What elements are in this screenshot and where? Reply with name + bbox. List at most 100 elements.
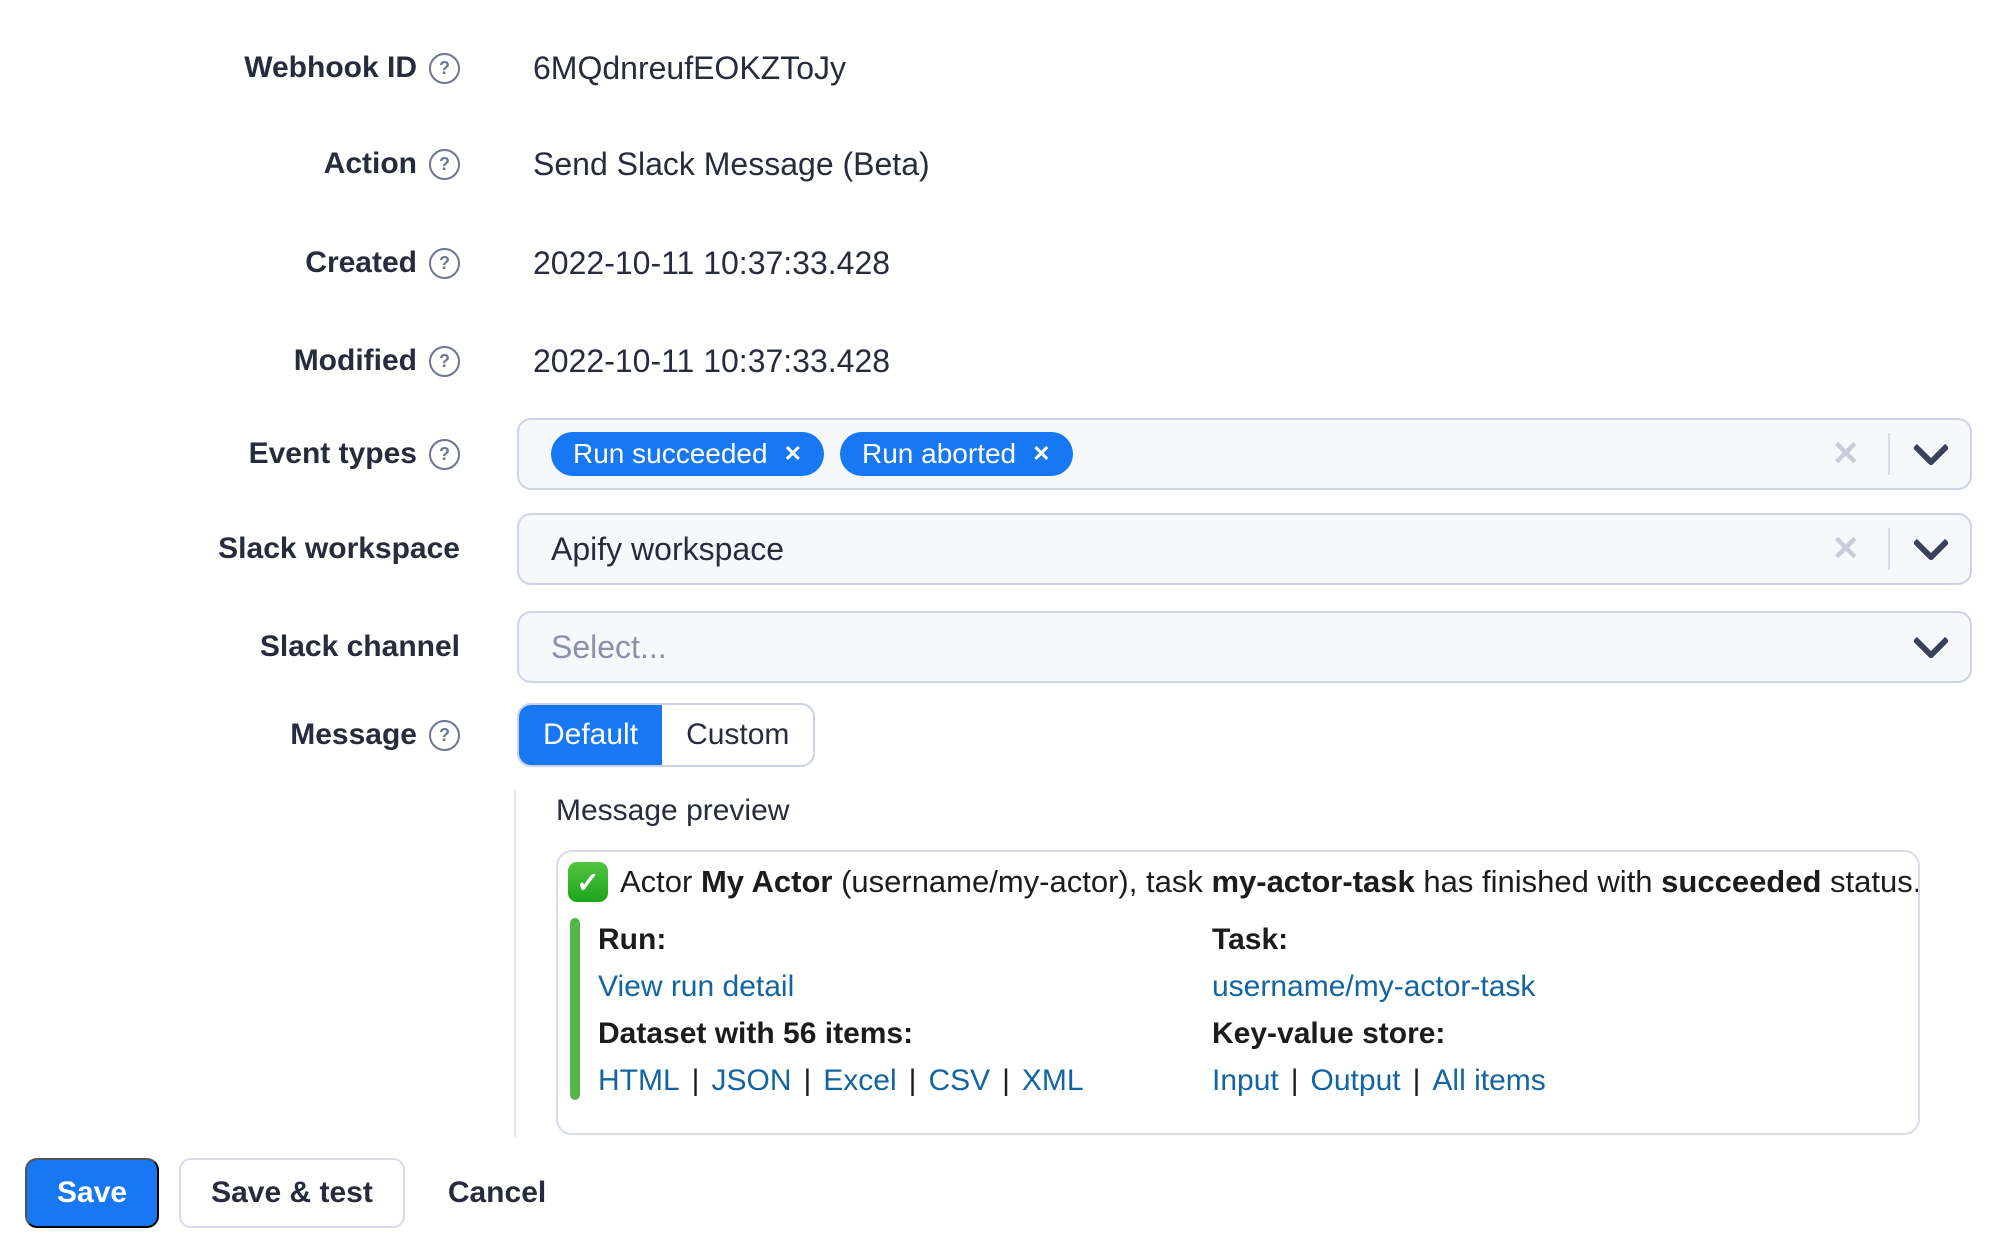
question-glyph: ?	[439, 443, 450, 464]
workspace-value: Apify workspace	[551, 530, 784, 567]
tag-remove-icon[interactable]: ✕	[1032, 443, 1050, 465]
kv-store-heading: Key-value store:	[1212, 1016, 1446, 1050]
message-sentence: Actor My Actor (username/my-actor), task…	[620, 864, 1920, 900]
dataset-links: HTML | JSON | Excel | CSV | XML	[598, 1057, 1212, 1104]
field-label-group: Message ?	[0, 718, 460, 752]
field-label-group: Webhook ID ?	[0, 51, 460, 85]
chevron-down-icon[interactable]	[1912, 524, 1950, 562]
tag-label: Run succeeded	[573, 438, 768, 469]
check-glyph: ✓	[576, 866, 600, 898]
field-label: Event types	[248, 437, 417, 470]
link-separator: |	[1290, 1063, 1299, 1097]
slack-workspace-select[interactable]: Apify workspace ✕	[517, 513, 1972, 585]
chevron-down-icon[interactable]	[1912, 622, 1950, 660]
link-separator: |	[1002, 1063, 1010, 1097]
message-preview-title: Message preview	[556, 794, 790, 827]
question-glyph: ?	[439, 724, 450, 745]
tag-remove-icon[interactable]: ✕	[784, 443, 802, 465]
dataset-link-csv[interactable]: CSV	[928, 1064, 990, 1098]
field-label-group: Modified ?	[0, 344, 460, 378]
help-icon[interactable]: ?	[429, 247, 460, 279]
sentence-segment: status.	[1821, 864, 1920, 899]
question-glyph: ?	[439, 252, 450, 273]
field-value: 2022-10-11 10:37:33.428	[533, 342, 891, 379]
select-controls: ✕	[1832, 524, 1950, 570]
run-heading: Run:	[598, 922, 667, 956]
field-label: Action	[323, 147, 417, 180]
selected-tag[interactable]: Run succeeded ✕	[551, 432, 825, 476]
event-types-select[interactable]: Run succeeded ✕ Run aborted ✕ ✕	[517, 418, 1972, 490]
field-label: Modified	[293, 344, 417, 377]
sentence-segment: has finished with	[1414, 864, 1662, 899]
field-label-group: Slack workspace	[0, 532, 460, 566]
message-preview-section: Message preview ✓ Actor My Actor (userna…	[514, 790, 1924, 1137]
dataset-heading: Dataset with 56 items:	[598, 1016, 914, 1050]
selected-tags: Run succeeded ✕ Run aborted ✕	[551, 432, 1073, 476]
save-and-test-button[interactable]: Save & test	[179, 1158, 405, 1228]
field-label: Slack channel	[259, 630, 460, 663]
slack-message-line: ✓ Actor My Actor (username/my-actor), ta…	[568, 862, 1918, 902]
field-label-group: Event types ?	[0, 437, 460, 471]
link-separator: |	[908, 1063, 917, 1097]
kv-link-input[interactable]: Input	[1212, 1064, 1279, 1098]
attachment-bar	[570, 918, 580, 1100]
tag-label: Run aborted	[862, 438, 1017, 469]
actor-name: My Actor	[700, 864, 833, 899]
help-icon[interactable]: ?	[429, 438, 460, 470]
success-check-emoji-icon: ✓	[568, 862, 608, 902]
dataset-link-json[interactable]: JSON	[711, 1064, 791, 1098]
kv-link-all-items[interactable]: All items	[1432, 1064, 1545, 1098]
clear-icon[interactable]: ✕	[1832, 437, 1861, 471]
dataset-link-xml[interactable]: XML	[1022, 1064, 1084, 1098]
form-row: Modified ? 2022-10-11 10:37:33.428	[0, 337, 890, 385]
slack-channel-select[interactable]: Select...	[517, 611, 1972, 683]
task-heading: Task:	[1212, 922, 1289, 956]
kv-link-output[interactable]: Output	[1311, 1064, 1401, 1098]
toggle-option-custom[interactable]: Custom	[662, 705, 813, 765]
field-label: Message	[290, 718, 417, 751]
field-label: Slack workspace	[218, 532, 460, 565]
field-value: Send Slack Message (Beta)	[533, 145, 930, 182]
run-column: Run: View run detail Dataset with 56 ite…	[598, 916, 1212, 1104]
field-label-group: Slack channel	[0, 630, 460, 664]
field-label-group: Created ?	[0, 246, 460, 280]
control-divider	[1888, 528, 1890, 570]
field-value: 2022-10-11 10:37:33.428	[533, 244, 891, 281]
question-glyph: ?	[439, 57, 450, 78]
form-row: Created ? 2022-10-11 10:37:33.428	[0, 239, 890, 287]
dataset-link-excel[interactable]: Excel	[823, 1064, 896, 1098]
clear-icon[interactable]: ✕	[1832, 532, 1861, 566]
attachment-columns: Run: View run detail Dataset with 56 ite…	[598, 914, 1894, 1112]
task-name: my-actor-task	[1211, 864, 1415, 899]
form-row-event-types: Event types ? Run succeeded ✕ Run aborte…	[0, 418, 1972, 490]
link-separator: |	[691, 1063, 700, 1097]
select-controls	[1912, 622, 1950, 660]
channel-placeholder: Select...	[551, 628, 667, 665]
form-actions: Save Save & test Cancel	[25, 1158, 546, 1228]
form-row-message: Message ? Default Custom	[0, 703, 816, 767]
link-separator: |	[1412, 1063, 1421, 1097]
view-run-detail-link[interactable]: View run detail	[598, 970, 794, 1004]
dataset-link-html[interactable]: HTML	[598, 1064, 680, 1098]
help-icon[interactable]: ?	[429, 52, 460, 84]
selected-tag[interactable]: Run aborted ✕	[840, 432, 1073, 476]
field-label-group: Action ?	[0, 147, 460, 181]
kv-store-links: Input | Output | All items	[1212, 1057, 1894, 1104]
slack-message-card: ✓ Actor My Actor (username/my-actor), ta…	[556, 850, 1920, 1135]
status-word: succeeded	[1661, 864, 1822, 899]
help-icon[interactable]: ?	[429, 719, 460, 751]
help-icon[interactable]: ?	[429, 345, 460, 377]
save-button[interactable]: Save	[25, 1158, 160, 1228]
form-row: Webhook ID ? 6MQdnreufEOKZToJy	[0, 44, 846, 92]
task-link[interactable]: username/my-actor-task	[1212, 970, 1535, 1004]
toggle-option-default[interactable]: Default	[519, 705, 663, 765]
field-value: 6MQdnreufEOKZToJy	[533, 49, 846, 86]
cancel-button[interactable]: Cancel	[448, 1158, 546, 1228]
field-label: Created	[305, 246, 417, 279]
chevron-down-icon[interactable]	[1912, 429, 1950, 467]
help-icon[interactable]: ?	[429, 148, 460, 180]
form-row: Action ? Send Slack Message (Beta)	[0, 140, 930, 188]
form-row-slack-workspace: Slack workspace Apify workspace ✕	[0, 513, 1972, 585]
webhook-detail-form: Webhook ID ? 6MQdnreufEOKZToJy Action ? …	[0, 0, 2000, 1260]
task-column: Task: username/my-actor-task Key-value s…	[1212, 916, 1894, 1104]
